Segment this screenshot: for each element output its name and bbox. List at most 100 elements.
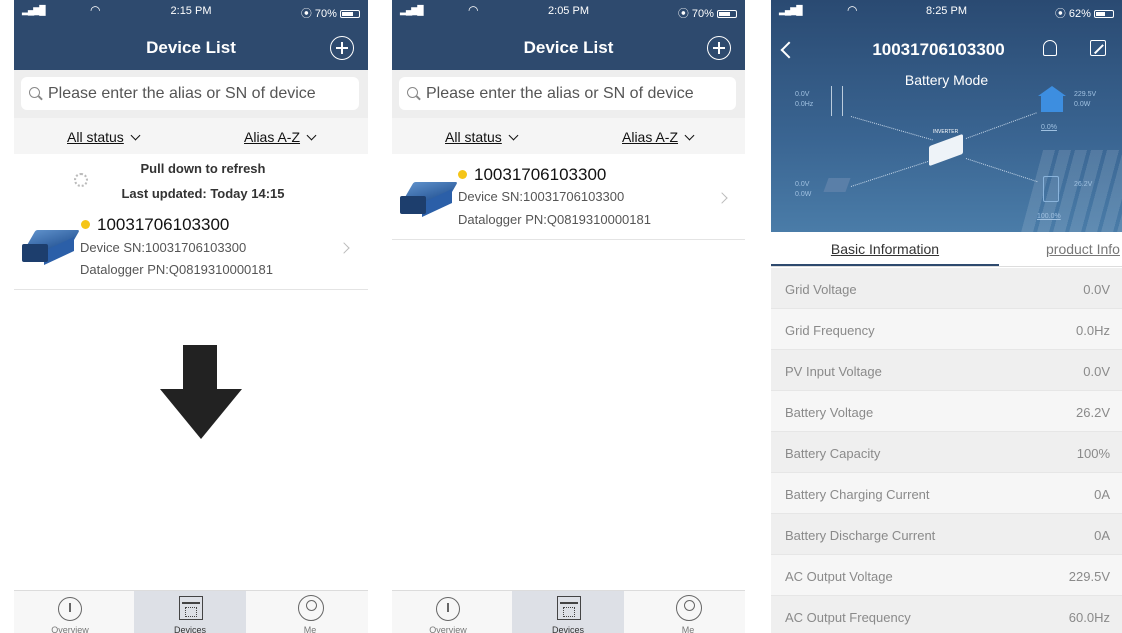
tab-label: Me: [303, 625, 317, 633]
sort-dropdown[interactable]: Alias A-Z: [244, 129, 317, 145]
status-filter-dropdown[interactable]: All status: [445, 129, 519, 145]
pull-to-refresh-hint: Pull down to refresh: [140, 161, 266, 176]
tab-devices[interactable]: Devices: [512, 591, 624, 633]
battery-percent-diagram: 100.0%: [1037, 213, 1061, 220]
inverter-label: INVERTER: [933, 129, 959, 135]
info-value: 0A: [1094, 487, 1110, 502]
status-filter-dropdown[interactable]: All status: [67, 129, 141, 145]
search-icon: [407, 87, 418, 98]
chevron-down-icon: [130, 130, 141, 141]
tab-me[interactable]: Me: [632, 591, 744, 633]
info-row: Battery Charging Current 0A: [771, 473, 1122, 514]
last-updated-label: Last updated: Today 14:15: [121, 186, 285, 201]
battery-icon: [1094, 10, 1114, 18]
device-row[interactable]: 10031706103300 Device SN:10031706103300 …: [14, 204, 368, 290]
page-title: Device List: [523, 38, 614, 57]
status-bar: ▂▄▆█ ◠ 8:25 PM ⦿ 62%: [771, 0, 1122, 22]
battery-percent: 62%: [1068, 8, 1091, 20]
down-arrow-icon: [160, 345, 242, 439]
status-dot: [81, 220, 90, 229]
device-detail-screen: ▂▄▆█ ◠ 8:25 PM ⦿ 62% 10031706103300 Batt…: [771, 0, 1122, 633]
tab-devices[interactable]: Devices: [134, 591, 246, 633]
chevron-right-icon: [338, 242, 350, 254]
search-bar: [14, 70, 368, 118]
info-value: 100%: [1076, 446, 1110, 461]
info-label: Battery Charging Current: [785, 487, 930, 502]
flow-line-pv: [850, 159, 932, 187]
datalogger-icon: [557, 596, 581, 620]
battery-storage-icon: [1043, 176, 1059, 202]
tab-overview[interactable]: Overview: [14, 591, 126, 633]
info-row: Grid Voltage 0.0V: [771, 268, 1122, 309]
info-value: 26.2V: [1076, 405, 1110, 420]
info-value: 0.0Hz: [1076, 323, 1110, 338]
device-row[interactable]: 10031706103300 Device SN:10031706103300 …: [392, 154, 745, 240]
search-box[interactable]: [21, 77, 359, 110]
solar-panel-icon: [823, 178, 851, 192]
device-sn: Device SN:10031706103300: [458, 189, 625, 204]
filter-bar: All status Alias A-Z: [14, 118, 368, 154]
bell-icon[interactable]: [1043, 40, 1057, 56]
tab-label: Overview: [429, 625, 467, 633]
info-label: PV Input Voltage: [785, 364, 882, 379]
battery-indicator: ⦿ 70%: [678, 5, 737, 21]
info-value: 0.0V: [1083, 282, 1110, 297]
tab-basic-information[interactable]: Basic Information: [771, 241, 999, 257]
datalogger-icon: [179, 596, 203, 620]
tab-product-info[interactable]: product Info: [1046, 241, 1120, 257]
house-load-icon: [1038, 86, 1066, 112]
chevron-down-icon: [306, 130, 317, 141]
load-percent: 0.0%: [1041, 124, 1057, 131]
grid-frequency: 0.0Hz: [795, 101, 814, 108]
bottom-tab-bar: Overview Devices Me: [14, 590, 368, 633]
load-power: 0.0W: [1074, 101, 1091, 108]
info-list: Grid Voltage 0.0V Grid Frequency 0.0Hz PV …: [771, 268, 1122, 633]
energy-flow-diagram: ▂▄▆█ ◠ 8:25 PM ⦿ 62% 10031706103300 Batt…: [771, 0, 1122, 232]
info-value: 229.5V: [1068, 569, 1110, 584]
load-values: 229.5V 0.0W: [1074, 90, 1096, 110]
bottom-tab-bar: Overview Devices Me: [392, 590, 745, 633]
info-label: Grid Voltage: [785, 282, 857, 297]
status-bar: ▂▄▆█ ◠ 2:15 PM ⦿ 70%: [14, 0, 368, 22]
info-label: Battery Voltage: [785, 405, 874, 420]
status-bar: ▂▄▆█ ◠ 2:05 PM ⦿ 70%: [392, 0, 745, 22]
battery-icon: [717, 10, 737, 18]
tab-me[interactable]: Me: [254, 591, 366, 633]
info-row: Battery Discharge Current 0A: [771, 514, 1122, 555]
device-list-screen-refreshing: ▂▄▆█ ◠ 2:15 PM ⦿ 70% Device List All sta…: [14, 0, 368, 633]
chevron-down-icon: [508, 130, 519, 141]
tab-overview[interactable]: Overview: [392, 591, 504, 633]
chevron-right-icon: [716, 192, 728, 204]
flow-line-load: [965, 112, 1037, 139]
pv-values: 0.0V 0.0W: [795, 180, 811, 200]
search-box[interactable]: [399, 77, 736, 110]
user-icon: [298, 595, 324, 621]
search-input[interactable]: [48, 77, 348, 110]
load-voltage: 229.5V: [1074, 91, 1097, 98]
info-label: Battery Discharge Current: [785, 528, 936, 543]
grid-pylon-icon: [831, 86, 843, 116]
info-value: 60.0Hz: [1068, 610, 1110, 625]
tab-label: Devices: [173, 625, 206, 633]
add-device-icon[interactable]: [707, 36, 731, 60]
datalogger-pn: Datalogger PN:Q0819310000181: [80, 262, 273, 277]
chevron-down-icon: [684, 130, 695, 141]
tab-label: Me: [681, 625, 695, 633]
inverter-icon: [929, 133, 963, 167]
info-row: AC Output Frequency 60.0Hz: [771, 596, 1122, 633]
page-title: Device List: [146, 38, 236, 57]
battery-icon: [340, 10, 360, 18]
nav-header: ▂▄▆█ ◠ 2:05 PM ⦿ 70% Device List: [392, 0, 745, 70]
device-name: 10031706103300: [97, 215, 230, 234]
info-row: Battery Voltage 26.2V: [771, 391, 1122, 432]
info-label: Battery Capacity: [785, 446, 881, 461]
edit-icon[interactable]: [1090, 40, 1106, 56]
info-label: AC Output Voltage: [785, 569, 893, 584]
nav-header: ▂▄▆█ ◠ 2:15 PM ⦿ 70% Device List: [14, 0, 368, 70]
search-input[interactable]: [426, 77, 726, 110]
battery-voltage-diagram: 26.2V: [1074, 181, 1093, 188]
add-device-icon[interactable]: [330, 36, 354, 60]
info-label: AC Output Frequency: [785, 610, 911, 625]
info-row: PV Input Voltage 0.0V: [771, 350, 1122, 391]
sort-dropdown[interactable]: Alias A-Z: [622, 129, 695, 145]
